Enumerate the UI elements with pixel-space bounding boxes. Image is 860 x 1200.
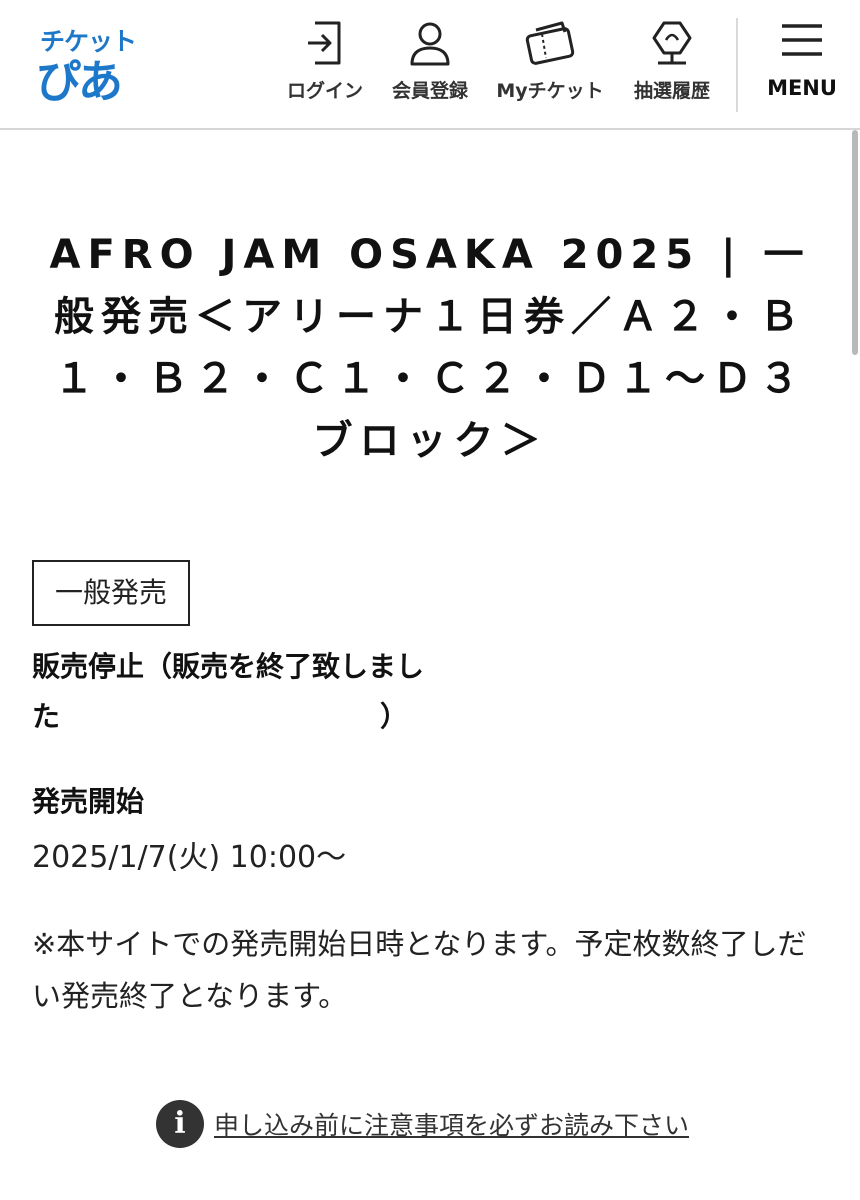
nav-register-label: 会員登録 — [391, 80, 468, 102]
nav-lottery-history[interactable]: 抽選履歴 — [628, 20, 716, 112]
header-divider — [736, 18, 738, 112]
sale-status-line-2-text: た — [32, 700, 61, 733]
nav-login[interactable]: ログイン — [282, 20, 368, 112]
info-icon: i — [156, 1100, 204, 1148]
hamburger-icon — [782, 24, 822, 56]
logo-bottom-text: ぴあ — [36, 55, 123, 108]
site-header: チケット ぴあ ログイン 会員登録 Myチケット 抽選履歴 MENU — [0, 0, 860, 130]
login-icon — [308, 21, 341, 65]
event-title: AFRO JAM OSAKA 2025 | 一般発売＜アリーナ１日券／Ａ２・Ｂ１… — [49, 232, 811, 464]
nav-register[interactable]: 会員登録 — [386, 20, 474, 112]
sale-note: ※本サイトでの発売開始日時となります。予定枚数終了しだい発売終了となります。 — [32, 927, 807, 1013]
scrollbar-thumb[interactable] — [852, 130, 858, 355]
user-icon — [410, 22, 450, 66]
scrollbar[interactable] — [852, 130, 860, 1200]
sale-status-close: ） — [380, 700, 409, 733]
sale-start-label: 発売開始 — [32, 785, 145, 818]
sale-status-line-2: た） — [32, 692, 502, 742]
ticket-pia-logo[interactable]: チケット ぴあ — [36, 20, 137, 110]
nav-my-ticket[interactable]: Myチケット — [492, 20, 608, 112]
logo-top-text: チケット — [40, 27, 137, 56]
nav-login-label: ログイン — [286, 80, 363, 102]
precautions-link[interactable]: 申し込み前に注意事項を必ずお読み下さい — [214, 1106, 689, 1142]
lottery-icon — [652, 21, 692, 65]
sale-start-date: 2025/1/7(火) 10:00〜 — [32, 840, 347, 875]
sale-status: 販売停止（販売を終了致しまし た） — [32, 642, 502, 742]
sale-status-line-1: 販売停止（販売を終了致しまし — [32, 650, 425, 683]
menu-button[interactable]: MENU — [760, 20, 844, 112]
nav-my-ticket-label: Myチケット — [496, 80, 604, 102]
sale-type-badge: 一般発売 — [32, 560, 190, 626]
nav-lottery-label: 抽選履歴 — [633, 80, 710, 102]
ticket-icon — [525, 21, 575, 65]
menu-label: MENU — [767, 76, 837, 100]
